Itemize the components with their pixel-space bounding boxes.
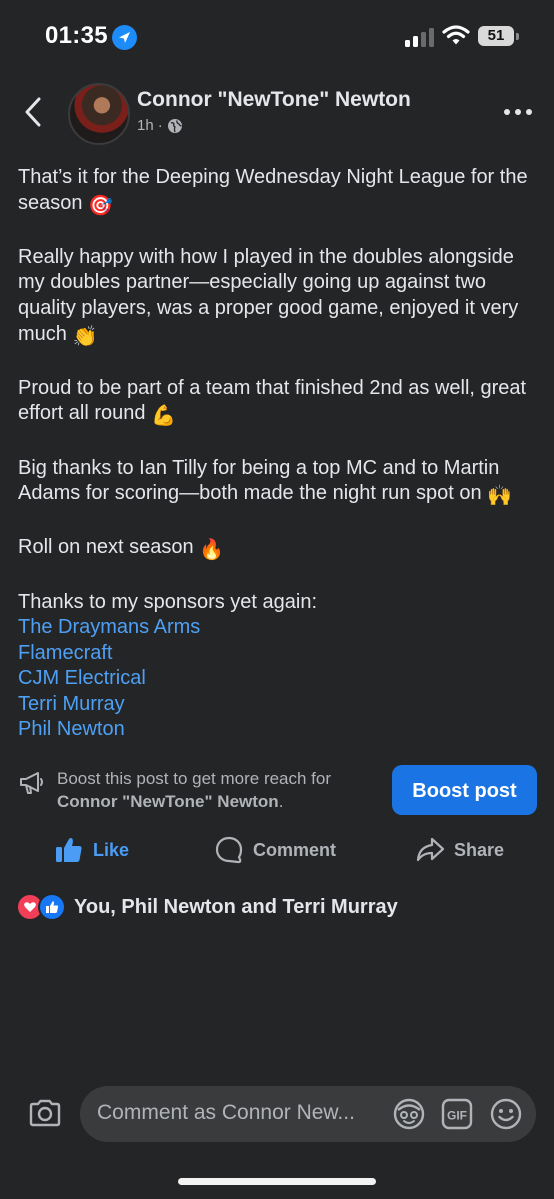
post-paragraph: Big thanks to Ian Tilly for being a top … — [18, 456, 538, 510]
flexed-biceps-emoji: 💪 — [151, 405, 176, 428]
clapping-hands-emoji: 👏 — [72, 325, 98, 348]
comment-input-placeholder: Comment as Connor New... — [97, 1101, 355, 1124]
post-actions: Like Comment Share — [0, 830, 554, 870]
boost-page-name: Connor "NewTone" Newton — [57, 792, 279, 811]
status-time: 01:35 — [45, 22, 108, 49]
sponsor-link-cjm-electrical[interactable]: CJM Electrical — [18, 666, 538, 692]
sponsor-link-draymans-arms[interactable]: The Draymans Arms — [18, 615, 538, 641]
post-body: That’s it for the Deeping Wednesday Nigh… — [18, 165, 538, 743]
thumbs-up-icon — [56, 838, 82, 862]
post-time[interactable]: 1h — [137, 117, 154, 134]
reactions-summary[interactable]: You, Phil Newton and Terri Murray — [16, 893, 398, 921]
comment-button[interactable]: Comment — [214, 835, 336, 865]
raising-hands-emoji: 🙌 — [487, 485, 513, 508]
post-paragraph: Roll on next season 🔥 — [18, 535, 538, 564]
camera-icon[interactable] — [28, 1098, 62, 1128]
sponsor-link-flamecraft[interactable]: Flamecraft — [18, 641, 538, 667]
paragraph-text: Roll on next season — [18, 536, 200, 559]
post-paragraph: Really happy with how I played in the do… — [18, 245, 538, 350]
post-meta: 1h · — [137, 117, 183, 134]
avatar-sticker-icon[interactable] — [392, 1097, 426, 1131]
status-bar: 01:35 51 — [0, 0, 554, 72]
home-indicator[interactable] — [178, 1178, 376, 1185]
author-name[interactable]: Connor "NewTone" Newton — [137, 88, 411, 112]
boost-description: Boost this post to get more reach for Co… — [57, 767, 387, 813]
like-button[interactable]: Like — [54, 835, 129, 865]
boost-row: Boost this post to get more reach for Co… — [0, 764, 554, 818]
share-label: Share — [454, 839, 505, 860]
comment-composer: Comment as Connor New... GIF — [0, 1085, 554, 1145]
sponsors-intro: Thanks to my sponsors yet again: — [18, 590, 318, 613]
share-arrow-icon — [416, 837, 445, 862]
globe-icon — [167, 118, 182, 133]
location-arrow-icon — [112, 25, 137, 50]
post-header: Connor "NewTone" Newton 1h · — [0, 80, 554, 145]
more-options-icon[interactable] — [503, 108, 533, 116]
sponsor-link-terri-murray[interactable]: Terri Murray — [18, 692, 538, 718]
share-button[interactable]: Share — [415, 835, 504, 865]
paragraph-text: Big thanks to Ian Tilly for being a top … — [18, 456, 500, 505]
post-paragraph: Proud to be part of a team that finished… — [18, 376, 538, 430]
battery-icon: 51 — [478, 26, 514, 46]
sponsor-link-phil-newton[interactable]: Phil Newton — [18, 717, 538, 743]
wifi-icon — [442, 25, 470, 45]
boost-prefix: Boost this post to get more reach for — [57, 769, 332, 788]
dart-emoji: 🎯 — [88, 194, 113, 217]
like-reaction-icon — [38, 893, 66, 921]
post-paragraph: That’s it for the Deeping Wednesday Nigh… — [18, 165, 538, 219]
cellular-signal-icon — [405, 28, 434, 47]
boost-suffix: . — [278, 792, 284, 811]
battery-cap — [516, 33, 519, 40]
paragraph-text: Proud to be part of a team that finished… — [18, 376, 527, 425]
emoji-smiley-icon[interactable] — [489, 1097, 523, 1131]
reactions-names: You, Phil Newton and Terri Murray — [74, 895, 398, 918]
meta-separator: · — [157, 117, 163, 134]
gif-icon[interactable]: GIF — [441, 1098, 473, 1130]
like-label: Like — [93, 839, 130, 860]
battery-level: 51 — [487, 27, 505, 44]
comment-bubble-icon — [215, 836, 243, 864]
comment-label: Comment — [253, 839, 337, 860]
megaphone-icon — [20, 772, 43, 794]
fire-emoji: 🔥 — [199, 539, 225, 562]
svg-text:GIF: GIF — [447, 1109, 467, 1123]
author-avatar[interactable] — [68, 83, 130, 145]
boost-post-button[interactable]: Boost post — [392, 765, 537, 815]
back-chevron-icon[interactable] — [22, 97, 44, 127]
